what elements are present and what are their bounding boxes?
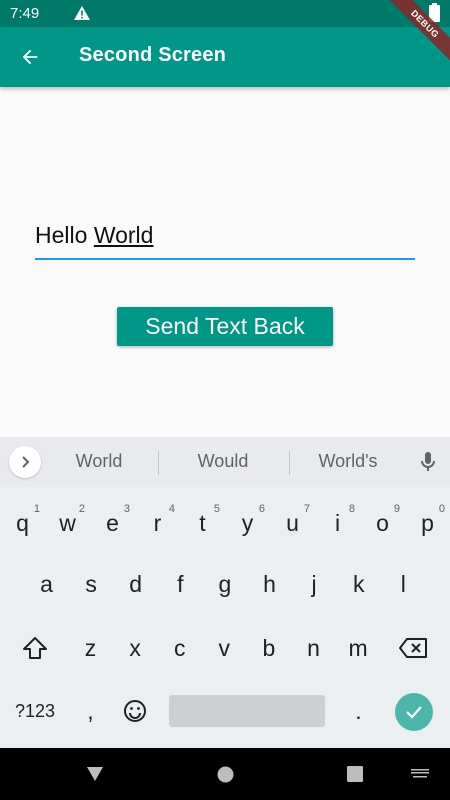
key-p[interactable]: p0 bbox=[405, 498, 450, 548]
key-k[interactable]: k bbox=[336, 559, 381, 609]
key-s[interactable]: s bbox=[69, 559, 114, 609]
nav-back-button[interactable] bbox=[85, 764, 105, 784]
key-label: e bbox=[106, 509, 119, 536]
shift-icon bbox=[22, 637, 47, 659]
key-hint: 3 bbox=[123, 503, 130, 515]
key-c[interactable]: c bbox=[157, 623, 202, 673]
emoji-key[interactable] bbox=[112, 686, 157, 736]
comma-key[interactable]: , bbox=[68, 686, 113, 736]
key-hint: 9 bbox=[393, 503, 400, 515]
circle-home-icon bbox=[217, 766, 233, 782]
key-label: o bbox=[376, 509, 389, 536]
keyboard-icon bbox=[411, 769, 429, 778]
key-j[interactable]: j bbox=[292, 559, 337, 609]
key-h[interactable]: h bbox=[247, 559, 292, 609]
key-hint: 0 bbox=[438, 503, 445, 515]
chevron-right-icon[interactable] bbox=[9, 446, 41, 478]
key-u[interactable]: u7 bbox=[270, 498, 315, 548]
microphone-icon[interactable] bbox=[418, 451, 438, 478]
navigation-bar bbox=[0, 748, 450, 800]
key-w[interactable]: w2 bbox=[45, 498, 90, 548]
triangle-back-icon bbox=[87, 767, 103, 781]
period-key[interactable]: . bbox=[336, 686, 381, 736]
main-content: Hello World Send Text Back bbox=[0, 87, 450, 437]
key-hint: 4 bbox=[168, 503, 175, 515]
space-key[interactable] bbox=[169, 695, 325, 727]
arrow-back-icon bbox=[22, 49, 38, 65]
key-label: q bbox=[16, 509, 29, 536]
suggestion-item[interactable]: World's bbox=[288, 451, 408, 472]
emoji-icon bbox=[123, 700, 146, 722]
nav-home-button[interactable] bbox=[215, 764, 235, 784]
backspace-icon bbox=[398, 638, 427, 658]
key-x[interactable]: x bbox=[113, 623, 158, 673]
key-n[interactable]: n bbox=[291, 623, 336, 673]
key-hint: 7 bbox=[303, 503, 310, 515]
key-v[interactable]: v bbox=[202, 623, 247, 673]
check-icon bbox=[406, 706, 422, 719]
key-q[interactable]: q1 bbox=[0, 498, 45, 548]
status-time: 7:49 bbox=[10, 5, 40, 22]
key-d[interactable]: d bbox=[113, 559, 158, 609]
text-input-value[interactable]: Hello World bbox=[35, 222, 153, 249]
key-t[interactable]: t5 bbox=[180, 498, 225, 548]
key-hint: 5 bbox=[213, 503, 220, 515]
back-button[interactable] bbox=[12, 39, 48, 75]
key-label: i bbox=[334, 509, 341, 536]
symbols-key[interactable]: ?123 bbox=[6, 686, 64, 736]
key-hint: 1 bbox=[33, 503, 40, 515]
key-o[interactable]: o9 bbox=[360, 498, 405, 548]
key-label: w bbox=[59, 509, 76, 536]
key-l[interactable]: l bbox=[381, 559, 426, 609]
key-g[interactable]: g bbox=[202, 559, 247, 609]
enter-key[interactable] bbox=[395, 693, 433, 731]
text-input-composing: World bbox=[93, 222, 154, 248]
send-text-back-button[interactable]: Send Text Back bbox=[117, 307, 333, 346]
backspace-key[interactable] bbox=[390, 623, 435, 673]
key-f[interactable]: f bbox=[158, 559, 203, 609]
key-label: r bbox=[153, 509, 162, 536]
key-hint: 6 bbox=[258, 503, 265, 515]
status-bar: 7:49 bbox=[0, 0, 450, 27]
shift-key[interactable] bbox=[12, 623, 57, 673]
key-z[interactable]: z bbox=[68, 623, 113, 673]
key-r[interactable]: r4 bbox=[135, 498, 180, 548]
suggestion-bar: World Would World's bbox=[0, 437, 450, 487]
text-input-plain: Hello bbox=[35, 222, 94, 248]
key-hint: 2 bbox=[78, 503, 85, 515]
key-a[interactable]: a bbox=[24, 559, 69, 609]
key-label: u bbox=[286, 509, 299, 536]
key-y[interactable]: y6 bbox=[225, 498, 270, 548]
app-bar: Second Screen bbox=[0, 27, 450, 87]
key-hint: 8 bbox=[348, 503, 355, 515]
battery-icon bbox=[429, 3, 440, 22]
text-input[interactable]: Hello World bbox=[35, 218, 415, 260]
keyboard-switch-button[interactable] bbox=[410, 766, 430, 782]
square-recents-icon bbox=[347, 766, 363, 782]
suggestion-divider bbox=[158, 451, 159, 475]
warning-icon bbox=[74, 6, 90, 25]
key-e[interactable]: e3 bbox=[90, 498, 135, 548]
soft-keyboard: World Would World's q1w2e3r4t5y6u7i8o9p0… bbox=[0, 437, 450, 748]
key-label: p bbox=[421, 509, 434, 536]
key-m[interactable]: m bbox=[336, 623, 381, 673]
nav-recents-button[interactable] bbox=[345, 764, 365, 784]
key-i[interactable]: i8 bbox=[315, 498, 360, 548]
key-b[interactable]: b bbox=[246, 623, 291, 673]
key-label: t bbox=[199, 509, 206, 536]
suggestion-item[interactable]: Would bbox=[163, 451, 283, 472]
suggestion-item[interactable]: World bbox=[39, 451, 159, 472]
page-title: Second Screen bbox=[79, 44, 227, 66]
key-label: y bbox=[241, 509, 254, 536]
